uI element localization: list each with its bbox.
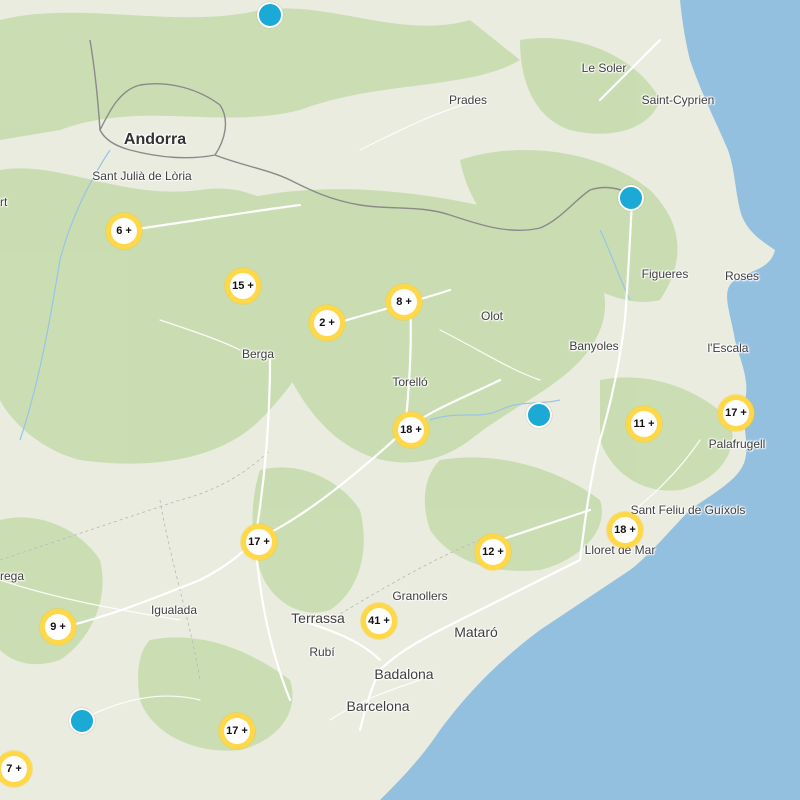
cluster-count: 41 + (366, 608, 392, 634)
cluster-count: 15 + (230, 273, 256, 299)
cluster-count: 17 + (224, 718, 250, 744)
location-pin-icon[interactable] (69, 708, 95, 734)
cluster-count: 2 + (314, 310, 340, 336)
cluster-count: 8 + (391, 289, 417, 315)
location-pin-icon[interactable] (618, 185, 644, 211)
cluster-marker[interactable]: 18 + (607, 512, 643, 548)
cluster-marker[interactable]: 15 + (225, 268, 261, 304)
cluster-count: 7 + (1, 756, 27, 782)
cluster-marker[interactable]: 17 + (241, 524, 277, 560)
cluster-count: 17 + (723, 400, 749, 426)
location-pin-icon[interactable] (257, 2, 283, 28)
cluster-count: 6 + (111, 218, 137, 244)
cluster-marker[interactable]: 17 + (718, 395, 754, 431)
map-view[interactable]: Andorra Sant Julià de Lòria Le Soler Pra… (0, 0, 800, 800)
location-pin-icon[interactable] (526, 402, 552, 428)
cluster-marker[interactable]: 9 + (40, 609, 76, 645)
cluster-marker[interactable]: 17 + (219, 713, 255, 749)
cluster-marker[interactable]: 12 + (475, 534, 511, 570)
cluster-marker[interactable]: 41 + (361, 603, 397, 639)
cluster-count: 18 + (398, 417, 424, 443)
cluster-count: 9 + (45, 614, 71, 640)
cluster-marker[interactable]: 6 + (106, 213, 142, 249)
cluster-count: 12 + (480, 539, 506, 565)
cluster-marker[interactable]: 11 + (626, 406, 662, 442)
cluster-count: 11 + (631, 411, 657, 437)
cluster-marker[interactable]: 8 + (386, 284, 422, 320)
cluster-marker[interactable]: 2 + (309, 305, 345, 341)
basemap (0, 0, 800, 800)
cluster-count: 17 + (246, 529, 272, 555)
cluster-marker[interactable]: 18 + (393, 412, 429, 448)
cluster-count: 18 + (612, 517, 638, 543)
